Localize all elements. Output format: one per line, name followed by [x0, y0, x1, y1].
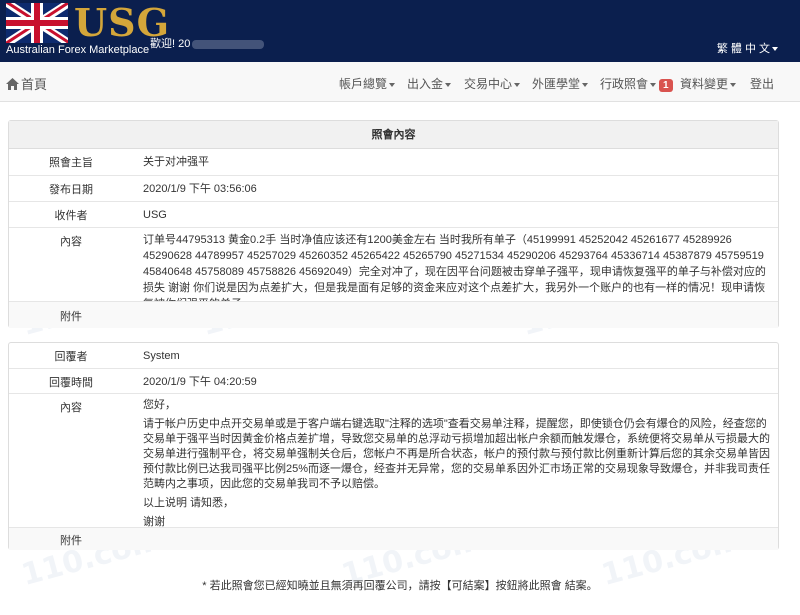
chevron-down-icon	[772, 47, 778, 52]
reply-content-label: 內容	[60, 402, 82, 414]
nav-account-overview[interactable]: 帳戶總覽	[339, 75, 396, 92]
nav-deposit-withdraw[interactable]: 出入金	[407, 75, 452, 92]
chevron-down-icon	[445, 82, 452, 87]
top-header: USG Australian Forex Marketplace 歡迎! 20 …	[0, 0, 800, 62]
subject-value: 关于对冲强平	[143, 156, 209, 168]
recipient-label: 收件者	[54, 210, 88, 222]
content-label: 內容	[60, 236, 82, 248]
union-jack-logo-icon	[6, 3, 68, 43]
reply-content-row: 內容 您好， 请于帐户历史中点开交易单或是于客户端右键选取"注释的选项"查看交易…	[9, 393, 778, 530]
redacted-username	[192, 39, 265, 49]
chevron-down-icon	[514, 82, 521, 87]
nav-admin-notices[interactable]: 行政照會 1	[600, 75, 673, 92]
reply-attachment-label: 附件	[60, 535, 82, 547]
nav-forex-school[interactable]: 外匯學堂	[532, 75, 589, 92]
recipient-value: USG	[143, 209, 167, 221]
reply-panel: 回覆者 System 回覆時間 2020/1/9 下午 04:20:59 內容 …	[8, 342, 779, 550]
nav-home[interactable]: 首頁	[6, 74, 47, 93]
attachment-row: 附件	[9, 301, 778, 328]
chevron-down-icon	[582, 82, 589, 87]
attachment-label: 附件	[60, 311, 82, 323]
date-value: 2020/1/9 下午 03:56:06	[143, 183, 257, 195]
home-icon	[6, 78, 19, 90]
replier-row: 回覆者 System	[9, 343, 778, 368]
reply-attachment-row: 附件	[9, 527, 778, 550]
subject-row: 照會主旨 关于对冲强平	[9, 149, 778, 175]
chevron-down-icon	[389, 82, 396, 87]
reply-time-label: 回覆時間	[49, 377, 93, 389]
reply-time-value: 2020/1/9 下午 04:20:59	[143, 376, 257, 388]
replier-label: 回覆者	[54, 351, 88, 363]
language-selector[interactable]: 繁 體 中 文	[717, 40, 778, 56]
replier-value: System	[143, 350, 180, 362]
chevron-down-icon	[650, 82, 657, 87]
reply-body: 请于帐户历史中点开交易单或是于客户端右键选取"注释的选项"查看交易单注释，提醒您…	[143, 418, 771, 490]
reply-closing: 以上说明 请知悉，	[143, 497, 235, 509]
subject-label: 照會主旨	[49, 157, 93, 169]
notice-count-badge: 1	[659, 79, 673, 92]
chevron-down-icon	[730, 82, 737, 87]
nav-trading-center[interactable]: 交易中心	[464, 75, 521, 92]
nav-profile-change[interactable]: 資料變更	[680, 75, 737, 92]
content-value: 订单号44795313 黄金0.2手 当时净值应该还有1200美金左右 当时我所…	[143, 234, 766, 310]
nav-logout[interactable]: 登出	[750, 75, 774, 92]
notice-panel-title: 照會內容	[9, 121, 778, 149]
main-nav: 首頁 帳戶總覽 出入金 交易中心 外匯學堂 行政照會 1 資料變更 登出	[0, 62, 800, 102]
tagline: Australian Forex Marketplace	[6, 44, 150, 56]
notice-panel: 照會內容 照會主旨 关于对冲强平 發布日期 2020/1/9 下午 03:56:…	[8, 120, 779, 328]
recipient-row: 收件者 USG	[9, 201, 778, 227]
reply-greeting: 您好，	[143, 399, 176, 411]
content-row: 內容 订单号44795313 黄金0.2手 当时净值应该还有1200美金左右 当…	[9, 227, 778, 310]
reply-content-value: 您好， 请于帐户历史中点开交易单或是于客户端右键选取"注释的选项"查看交易单注释…	[143, 398, 770, 530]
date-label: 發布日期	[49, 184, 93, 196]
welcome-text: 歡迎! 20	[150, 35, 265, 51]
footer-note: * 若此照會您已經知曉並且無須再回覆公司，請按【可結案】按鈕將此照會 結案。	[202, 580, 598, 592]
date-row: 發布日期 2020/1/9 下午 03:56:06	[9, 175, 778, 201]
reply-time-row: 回覆時間 2020/1/9 下午 04:20:59	[9, 368, 778, 393]
